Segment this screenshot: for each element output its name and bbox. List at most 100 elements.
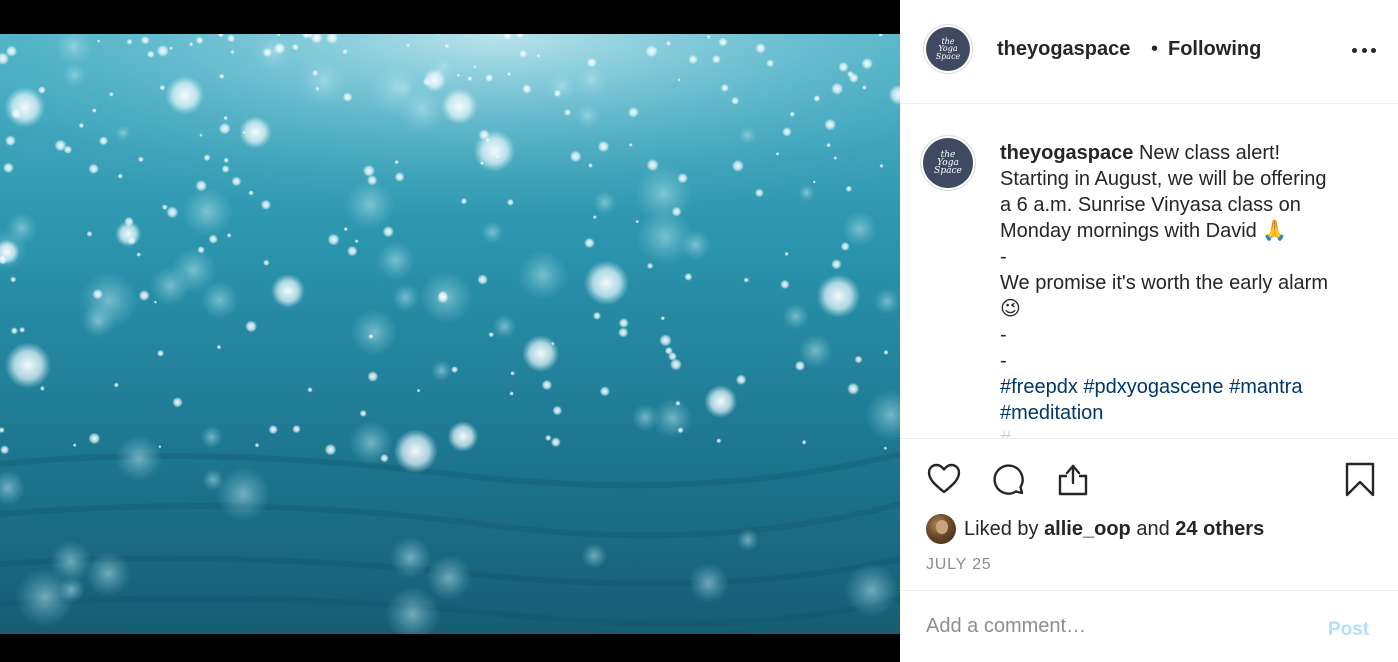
bright-bubble [861, 57, 874, 70]
bright-bubble [126, 38, 133, 45]
caption-text: Monday mornings with David 🙏 [1000, 220, 1288, 242]
bright-bubble [195, 36, 204, 45]
bright-bubble [563, 108, 572, 117]
bright-bubble [199, 133, 203, 137]
bright-bubble [754, 188, 764, 198]
likes-prefix: Liked by [964, 517, 1039, 540]
bright-bubble [146, 50, 155, 59]
bright-bubble [231, 176, 242, 187]
bright-bubble [840, 241, 850, 251]
bright-bubble [98, 136, 109, 146]
bright-bubble [248, 190, 254, 196]
share-icon[interactable] [1055, 461, 1091, 497]
more-dot [1352, 47, 1357, 53]
likes-summary: Liked by allie_oop and 24 others [926, 513, 1264, 545]
bright-bubble [393, 429, 438, 474]
bright-bubble [545, 434, 552, 442]
heart-icon[interactable] [926, 461, 962, 497]
hashtag-link[interactable]: #meditation [1000, 402, 1103, 424]
hashtag-link[interactable]: #freepdx [1000, 376, 1078, 398]
bright-bubble [78, 122, 85, 129]
bright-bubble [161, 204, 168, 211]
more-horizontal-icon[interactable] [1352, 42, 1376, 58]
bright-bubble [307, 387, 313, 393]
bright-bubble [646, 262, 654, 270]
bright-bubble [312, 69, 319, 77]
bright-bubble [368, 333, 374, 340]
bright-bubble [4, 342, 52, 389]
bright-bubble [824, 118, 837, 131]
bright-bubble [883, 446, 888, 451]
bright-bubble [838, 61, 849, 73]
bright-bubble [510, 371, 515, 376]
bokeh-bubble [375, 240, 416, 281]
bokeh-bubble [544, 68, 579, 103]
bright-bubble [315, 86, 320, 92]
following-button[interactable]: Following [1168, 38, 1261, 61]
bright-bubble [816, 274, 861, 318]
comment-bubble-icon[interactable] [990, 461, 1026, 497]
hashtag-row: #freepdx #pdxyogascene #mantra [1000, 374, 1385, 400]
bright-bubble [245, 320, 258, 333]
bright-bubble [218, 73, 225, 80]
liker-username[interactable]: allie_oop [1044, 518, 1131, 540]
bright-bubble [635, 219, 639, 224]
bright-bubble [720, 83, 730, 93]
hashtag-link[interactable]: #pdxyogascene [1083, 376, 1223, 398]
bokeh-bubble [430, 360, 452, 381]
bokeh-bubble [58, 576, 85, 603]
caption-username[interactable]: theyogaspace [1000, 142, 1133, 164]
post-caption: theyogaspace New class alert! Starting i… [1000, 140, 1385, 438]
bokeh-bubble [115, 434, 163, 482]
post-date[interactable]: JULY 25 [926, 556, 992, 574]
bright-bubble [362, 164, 376, 177]
yoga-space-logo: the Yoga Space [923, 138, 973, 188]
bokeh-bubble [581, 542, 608, 569]
bright-bubble [646, 158, 659, 172]
bright-bubble [226, 233, 232, 238]
bright-bubble [221, 165, 230, 173]
bright-bubble [677, 78, 681, 82]
bright-bubble [223, 157, 229, 164]
hashtag-link-clipped[interactable]: #... [1000, 428, 1028, 438]
liker-avatar[interactable] [926, 514, 956, 544]
comment-input[interactable] [926, 615, 1306, 638]
likes-others-link[interactable]: 24 others [1175, 518, 1264, 540]
bright-bubble [677, 427, 684, 434]
bokeh-bubble [798, 184, 816, 202]
bright-bubble [830, 82, 844, 95]
bright-bubble [19, 326, 26, 333]
bright-bubble [784, 251, 789, 257]
caption-dash: - [1000, 246, 1007, 268]
bright-bubble [688, 54, 699, 65]
hashtag-link[interactable]: #mantra [1229, 376, 1302, 398]
bookmark-icon[interactable] [1342, 461, 1378, 497]
bright-bubble [10, 327, 18, 335]
post-comment-button[interactable]: Post [1328, 619, 1369, 641]
bright-bubble [39, 385, 45, 391]
bokeh-bubble [492, 314, 517, 339]
bokeh-bubble [842, 211, 878, 247]
caption-dash: - [1000, 324, 1007, 346]
bright-bubble [156, 349, 165, 357]
bokeh-bubble [844, 563, 899, 617]
bright-bubble [731, 96, 740, 105]
post-photo[interactable] [0, 34, 900, 634]
caption-text: New class alert! [1138, 142, 1281, 164]
bright-bubble [113, 382, 119, 388]
bright-bubble [684, 272, 693, 281]
hashtag-row-clipped: #... [1000, 426, 1385, 438]
bright-bubble [354, 239, 359, 244]
header-username[interactable]: theyogaspace [997, 38, 1130, 61]
bright-bubble [550, 437, 561, 448]
caption-text: We promise it's worth the early alarm [1000, 272, 1328, 294]
bright-bubble [216, 344, 222, 350]
post-photo-pane [0, 0, 900, 662]
caption-avatar[interactable]: the Yoga Space [920, 135, 976, 191]
bright-bubble [359, 409, 367, 417]
profile-avatar[interactable]: the Yoga Space [923, 24, 973, 74]
bright-bubble [140, 35, 150, 45]
bright-bubble [628, 143, 633, 147]
bright-bubble [115, 220, 142, 247]
bright-bubble [223, 115, 228, 121]
